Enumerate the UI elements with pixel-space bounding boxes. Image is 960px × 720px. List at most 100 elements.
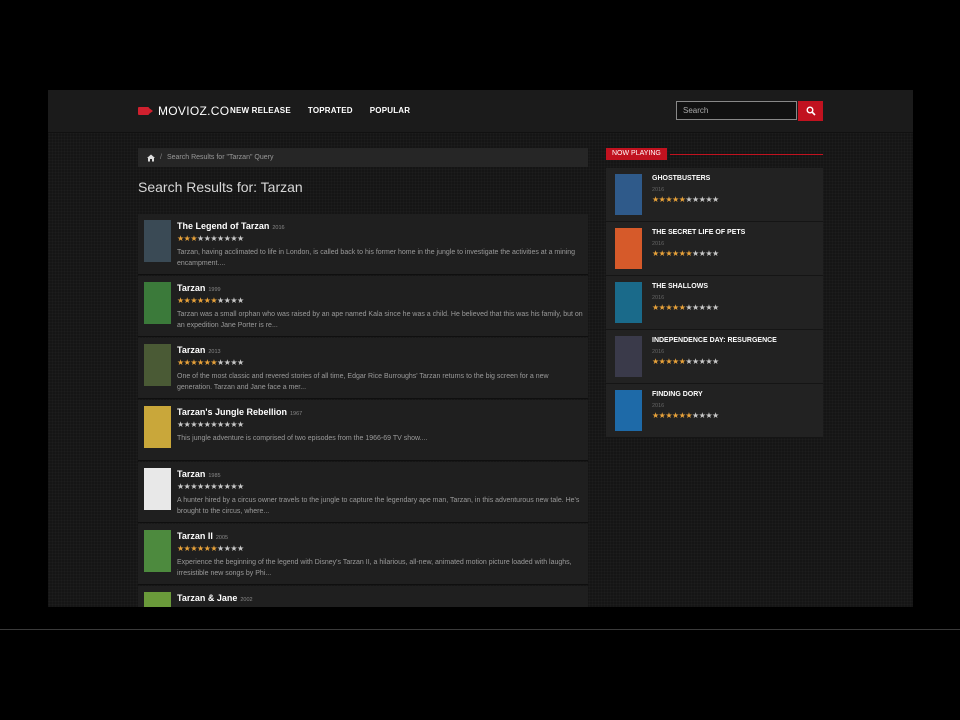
nav-new-release[interactable]: NEW RELEASE [230, 106, 291, 115]
result-title[interactable]: Tarzan [177, 345, 205, 355]
star-rating: ★★★★★★★★★★ [652, 412, 719, 420]
now-playing-year: 2016 [652, 241, 665, 247]
result-year: 1985 [208, 473, 221, 479]
search-button[interactable] [798, 101, 823, 121]
star-icon: ★ [197, 606, 204, 608]
star-icon: ★ [197, 296, 204, 305]
star-rating: ★★★★★★★★★★ [177, 545, 244, 553]
result-title[interactable]: The Legend of Tarzan [177, 221, 269, 231]
star-icon: ★ [177, 606, 184, 608]
movie-poster[interactable] [144, 282, 171, 324]
now-playing-title[interactable]: THE SHALLOWS [652, 283, 708, 290]
now-playing-title[interactable]: INDEPENDENCE DAY: RESURGENCE [652, 337, 777, 344]
star-icon: ★ [177, 420, 184, 429]
star-icon: ★ [672, 357, 679, 366]
site-logo[interactable]: MOVIOZ.CO [138, 104, 229, 118]
star-icon: ★ [217, 296, 224, 305]
star-icon: ★ [237, 420, 244, 429]
result-description: Tarzan was a small orphan who was raised… [177, 311, 583, 329]
now-playing-year: 2016 [652, 349, 665, 355]
result-title[interactable]: Tarzan [177, 283, 205, 293]
star-icon: ★ [652, 195, 659, 204]
star-rating: ★★★★★★★★★★ [652, 250, 719, 258]
browser-viewport: MOVIOZ.CO NEW RELEASE TOPRATED POPULAR /… [48, 90, 913, 607]
result-title[interactable]: Tarzan [177, 469, 205, 479]
now-playing-header: NOW PLAYING [606, 148, 823, 160]
now-playing-item[interactable]: THE SHALLOWS 2016 ★★★★★★★★★★ [606, 276, 823, 330]
movie-poster[interactable] [144, 530, 171, 572]
star-rating: ★★★★★★★★★★ [177, 483, 244, 491]
search-results-list: The Legend of Tarzan 2016 ★★★★★★★★★★ Tarzan… [138, 214, 588, 607]
star-icon: ★ [197, 420, 204, 429]
result-item[interactable]: Tarzan 2013 ★★★★★★★★★★ One of the most clas… [138, 338, 588, 399]
result-item[interactable]: Tarzan 1999 ★★★★★★★★★★ Tarzan was a small o… [138, 276, 588, 337]
result-title-row: Tarzan II 2005 [177, 531, 228, 541]
star-rating: ★★★★★★★★★★ [177, 235, 244, 243]
result-title[interactable]: Tarzan II [177, 531, 213, 541]
now-playing-year: 2016 [652, 403, 665, 409]
now-playing-title[interactable]: GHOSTBUSTERS [652, 175, 710, 182]
movie-poster[interactable] [615, 228, 642, 269]
star-icon: ★ [177, 234, 184, 243]
star-icon: ★ [177, 358, 184, 367]
result-year: 2002 [240, 597, 253, 603]
star-icon: ★ [217, 234, 224, 243]
result-year: 2005 [215, 535, 229, 541]
nav-popular[interactable]: POPULAR [370, 106, 411, 115]
star-icon: ★ [672, 303, 679, 312]
movie-poster[interactable] [144, 344, 171, 386]
breadcrumb-current: Search Results for "Tarzan" Query [166, 154, 274, 161]
result-item[interactable]: Tarzan 1985 ★★★★★★★★★★ A hunter hired by a … [138, 462, 588, 523]
now-playing-item[interactable]: GHOSTBUSTERS 2016 ★★★★★★★★★★ [606, 168, 823, 222]
camera-icon [138, 107, 153, 115]
now-playing-title[interactable]: FINDING DORY [652, 391, 703, 398]
result-title[interactable]: Tarzan's Jungle Rebellion [177, 407, 287, 417]
star-icon: ★ [692, 249, 699, 258]
movie-poster[interactable] [615, 336, 642, 377]
search-input[interactable] [676, 101, 797, 120]
home-icon[interactable] [147, 154, 155, 162]
movie-poster[interactable] [615, 390, 642, 431]
movie-poster[interactable] [144, 220, 171, 262]
result-description: A hunter hired by a circus owner travels… [177, 497, 580, 515]
star-rating: ★★★★★★★★★★ [177, 421, 244, 429]
result-year: 2013 [208, 349, 221, 355]
star-icon: ★ [692, 357, 699, 366]
star-rating: ★★★★★★★★★★ [177, 359, 244, 367]
divider [0, 629, 960, 630]
movie-poster[interactable] [615, 282, 642, 323]
result-item[interactable]: Tarzan & Jane2002★★★★★★★★★★ [138, 586, 588, 607]
now-playing-item[interactable]: THE SECRET LIFE OF PETS 2016 ★★★★★★★★★★ [606, 222, 823, 276]
breadcrumb-separator: / [160, 154, 162, 161]
result-title-row: Tarzan & Jane 2002 [177, 593, 253, 603]
nav-toprated[interactable]: TOPRATED [308, 106, 353, 115]
result-description: This jungle adventure is comprised of tw… [177, 435, 428, 442]
now-playing-year: 2016 [652, 295, 665, 301]
star-icon: ★ [237, 606, 244, 608]
star-icon: ★ [197, 234, 204, 243]
movie-poster[interactable] [144, 406, 171, 448]
star-icon: ★ [712, 303, 719, 312]
now-playing-item[interactable]: INDEPENDENCE DAY: RESURGENCE 2016 ★★★★★★★★… [606, 330, 823, 384]
site-header: MOVIOZ.CO NEW RELEASE TOPRATED POPULAR [48, 90, 913, 133]
now-playing-title[interactable]: THE SECRET LIFE OF PETS [652, 229, 745, 236]
star-icon: ★ [190, 544, 198, 553]
result-item[interactable]: The Legend of Tarzan 2016 ★★★★★★★★★★ Tarzan… [138, 214, 588, 275]
result-title-row: Tarzan 2013 [177, 345, 221, 355]
star-icon: ★ [190, 234, 198, 243]
result-item[interactable]: Tarzan's Jungle Rebellion 1967 ★★★★★★★★★★ T… [138, 400, 588, 461]
movie-poster[interactable] [615, 174, 642, 215]
result-title[interactable]: Tarzan & Jane [177, 593, 237, 603]
result-description: Tarzan, having acclimated to life in Lon… [177, 249, 576, 267]
now-playing-item[interactable]: FINDING DORY 2016 ★★★★★★★★★★ [606, 384, 823, 438]
result-title-row: Tarzan 1999 [177, 283, 221, 293]
result-item[interactable]: Tarzan II 2005 ★★★★★★★★★★ Experience the be… [138, 524, 588, 585]
movie-poster[interactable] [144, 592, 171, 607]
now-playing-list: GHOSTBUSTERS 2016 ★★★★★★★★★★ THE SECRET LIF… [606, 168, 823, 438]
movie-poster[interactable] [144, 468, 171, 510]
result-title-row: Tarzan 1985 [177, 469, 221, 479]
star-icon: ★ [692, 411, 699, 420]
star-icon: ★ [217, 544, 224, 553]
star-icon: ★ [197, 544, 204, 553]
star-icon: ★ [665, 411, 673, 420]
